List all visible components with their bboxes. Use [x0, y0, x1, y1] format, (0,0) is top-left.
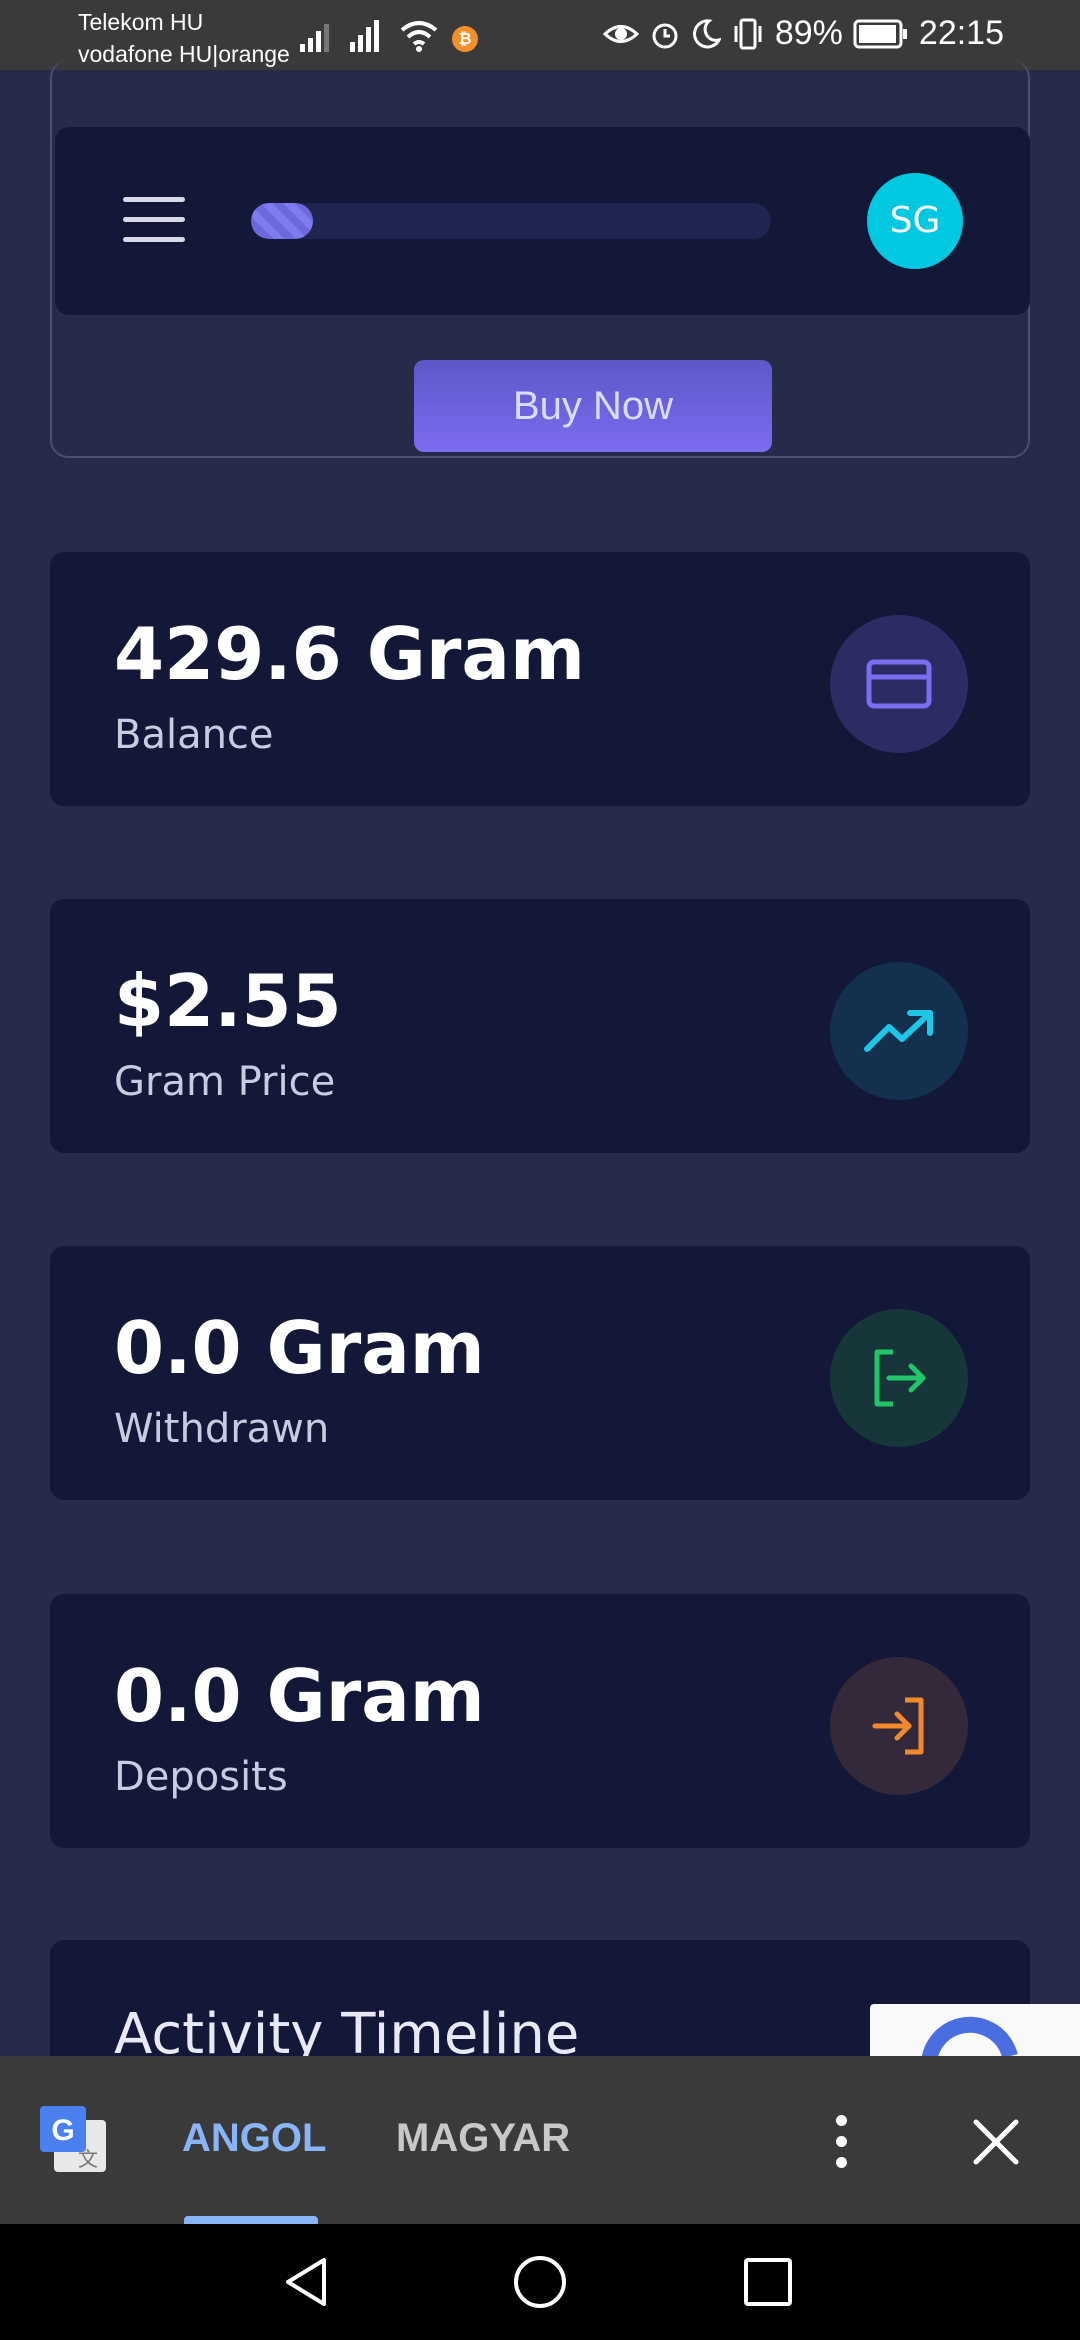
stat-value: 429.6 Gram [114, 612, 586, 696]
credit-card-icon [830, 615, 968, 753]
tab-lang-target[interactable]: MAGYAR [396, 2116, 570, 2161]
menu-icon[interactable] [123, 197, 185, 245]
stat-label: Balance [114, 712, 274, 758]
back-icon[interactable] [258, 2224, 358, 2340]
signal-2-icon [350, 20, 379, 52]
stat-card-price: $2.55 Gram Price [50, 899, 1030, 1153]
carrier-1: Telekom HU [78, 9, 204, 35]
avatar[interactable]: SG [867, 173, 963, 269]
clock: 22:15 [918, 14, 1004, 52]
buy-now-button[interactable]: Buy Now [414, 360, 772, 452]
g-letter: G [51, 2114, 74, 2147]
close-icon[interactable] [966, 2112, 1026, 2172]
eye-icon [602, 24, 639, 43]
alarm-icon [652, 23, 678, 48]
login-icon [830, 1657, 968, 1795]
app-header: SG [55, 127, 1030, 315]
translate-bar: G 文 ANGOL MAGYAR [0, 2056, 1080, 2224]
progress-fill [251, 203, 314, 239]
wifi-icon [400, 21, 438, 52]
stat-value: $2.55 [114, 959, 342, 1043]
stat-value: 0.0 Gram [114, 1654, 485, 1738]
home-icon[interactable] [490, 2224, 590, 2340]
progress-bar [251, 203, 771, 239]
stat-card-deposits: 0.0 Gram Deposits [50, 1594, 1030, 1848]
stat-value: 0.0 Gram [114, 1306, 485, 1390]
moon-icon [692, 18, 721, 48]
trending-up-icon [830, 962, 968, 1100]
battery-percent: 89% [774, 14, 843, 52]
signal-1-icon [300, 24, 329, 52]
logout-icon [830, 1309, 968, 1447]
tab-lang-source[interactable]: ANGOL [182, 2116, 326, 2161]
active-tab-indicator [184, 2216, 318, 2224]
stat-card-balance: 429.6 Gram Balance [50, 552, 1030, 806]
bitcoin-icon: ₿ [452, 26, 478, 52]
stat-label: Deposits [114, 1754, 288, 1800]
google-translate-icon: G 文 [38, 2104, 108, 2178]
battery-icon [853, 19, 907, 48]
stat-label: Gram Price [114, 1059, 336, 1105]
stat-card-withdrawn: 0.0 Gram Withdrawn [50, 1246, 1030, 1500]
signal-group: ₿ [298, 18, 478, 52]
navigation-bar [0, 2224, 1080, 2340]
recents-icon[interactable] [718, 2224, 818, 2340]
vibrate-icon [734, 18, 762, 49]
a-letter: 文 [78, 2147, 98, 2171]
status-right: 89% 22:15 [602, 14, 1004, 53]
more-options-icon[interactable] [826, 2106, 856, 2176]
stat-label: Withdrawn [114, 1406, 330, 1452]
